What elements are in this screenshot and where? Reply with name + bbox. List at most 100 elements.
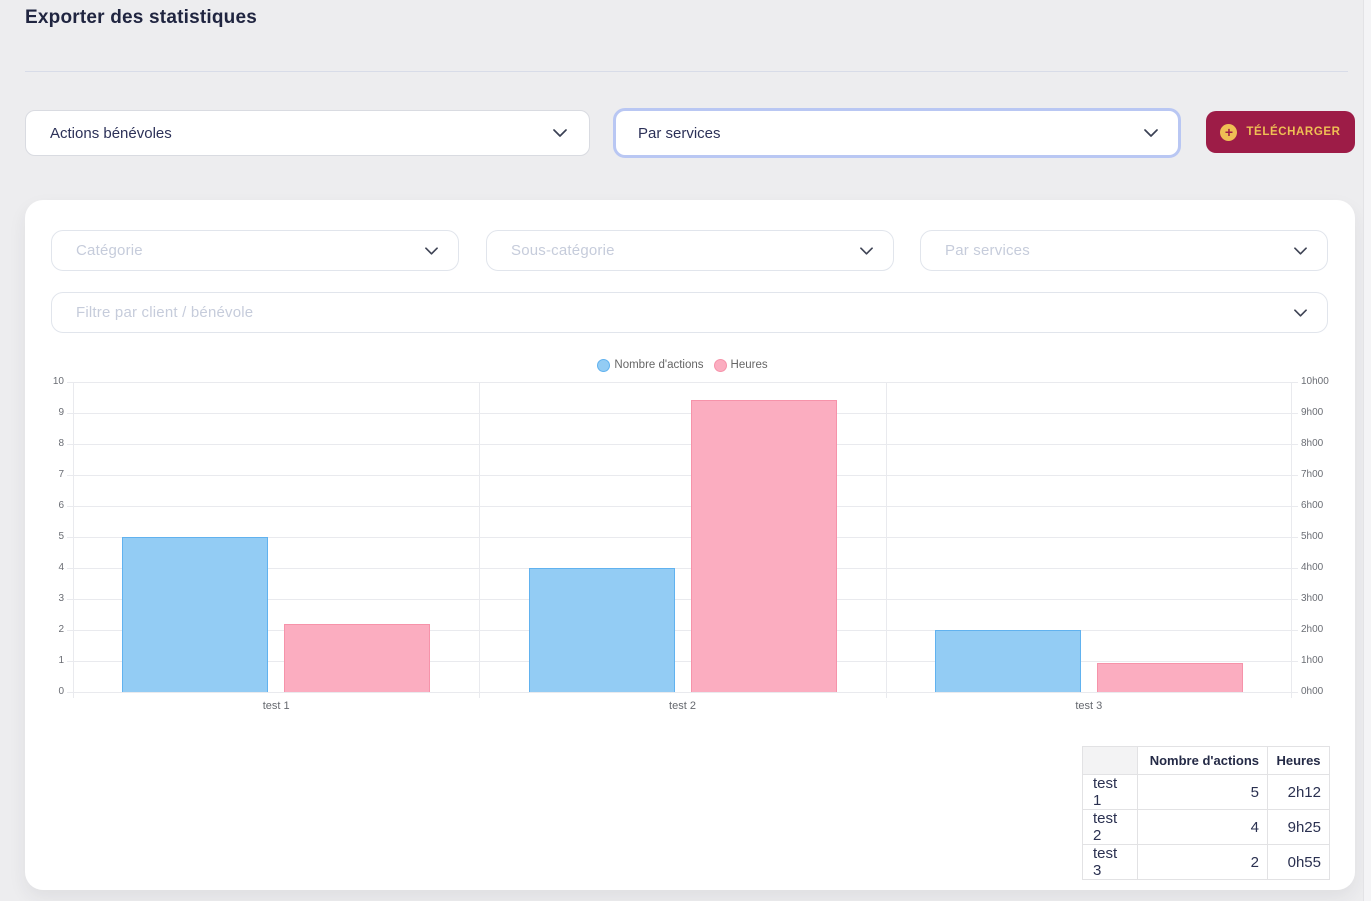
y-axis-tick-left: 2 — [58, 624, 64, 636]
legend-swatch-icon — [714, 359, 727, 372]
y-axis-tick-mark — [1292, 692, 1298, 693]
legend-label: Heures — [731, 359, 768, 371]
table-cell-label: test 2 — [1083, 810, 1138, 845]
gridline-horizontal — [73, 506, 1292, 507]
plus-circle-icon: + — [1220, 124, 1237, 141]
y-axis-tick-left: 5 — [58, 531, 64, 543]
table-row: test 249h25 — [1083, 810, 1330, 845]
table-header-empty — [1083, 747, 1138, 775]
x-axis-label: test 1 — [73, 700, 479, 712]
table-row: test 152h12 — [1083, 775, 1330, 810]
y-axis-tick-mark — [1292, 537, 1298, 538]
chevron-down-icon — [1294, 247, 1307, 255]
view-select[interactable]: Par services — [613, 108, 1181, 158]
chart-legend: Nombre d'actions Heures — [73, 355, 1292, 375]
y-axis-tick-mark — [1292, 568, 1298, 569]
table-cell-actions: 4 — [1138, 810, 1268, 845]
subcategory-select[interactable]: Sous-catégorie — [486, 230, 894, 271]
y-axis-tick-left: 8 — [58, 438, 64, 450]
download-button[interactable]: + TÉLÉCHARGER — [1206, 111, 1355, 153]
bar-nombre-dactions[interactable] — [935, 630, 1081, 692]
legend-item[interactable]: Nombre d'actions — [597, 359, 703, 372]
services-select[interactable]: Par services — [920, 230, 1328, 271]
table-cell-label: test 3 — [1083, 845, 1138, 880]
y-axis-tick-left: 10 — [53, 376, 64, 388]
category-select-placeholder: Catégorie — [76, 242, 143, 259]
y-axis-tick-right: 4h00 — [1301, 562, 1323, 574]
table-cell-label: test 1 — [1083, 775, 1138, 810]
summary-table: Nombre d'actions Heures test 152h12test … — [1082, 746, 1330, 880]
y-axis-tick-mark — [1292, 382, 1298, 383]
y-axis-tick-mark — [1292, 444, 1298, 445]
bar-heures[interactable] — [1097, 663, 1243, 692]
y-axis-tick-left: 6 — [58, 500, 64, 512]
dataset-select-value: Actions bénévoles — [50, 125, 172, 142]
y-axis-tick-left: 7 — [58, 469, 64, 481]
y-axis-tick-mark — [1292, 630, 1298, 631]
chevron-down-icon — [425, 247, 438, 255]
view-select-value: Par services — [638, 125, 721, 142]
y-axis-tick-left: 3 — [58, 593, 64, 605]
client-volunteer-filter-placeholder: Filtre par client / bénévole — [76, 304, 253, 321]
y-axis-tick-mark — [1292, 661, 1298, 662]
legend-label: Nombre d'actions — [614, 359, 703, 371]
gridline-vertical — [1291, 382, 1292, 698]
y-axis-tick-left: 1 — [58, 655, 64, 667]
y-axis-tick-right: 9h00 — [1301, 407, 1323, 419]
x-axis-label: test 2 — [479, 700, 885, 712]
gridline-vertical — [886, 382, 887, 698]
y-axis-tick-right: 3h00 — [1301, 593, 1323, 605]
y-axis-tick-right: 7h00 — [1301, 469, 1323, 481]
download-button-label: TÉLÉCHARGER — [1246, 126, 1340, 138]
chart: 00h0011h0022h0033h0044h0055h0066h0077h00… — [73, 382, 1292, 692]
legend-item[interactable]: Heures — [714, 359, 768, 372]
y-axis-tick-mark — [1292, 413, 1298, 414]
table-cell-actions: 5 — [1138, 775, 1268, 810]
legend-swatch-icon — [597, 359, 610, 372]
divider — [25, 71, 1348, 72]
y-axis-tick-right: 8h00 — [1301, 438, 1323, 450]
bar-nombre-dactions[interactable] — [529, 568, 675, 692]
table-cell-actions: 2 — [1138, 845, 1268, 880]
bar-heures[interactable] — [284, 624, 430, 692]
category-select[interactable]: Catégorie — [51, 230, 459, 271]
gridline-horizontal — [73, 413, 1292, 414]
y-axis-tick-right: 10h00 — [1301, 376, 1329, 388]
scrollbar[interactable] — [1363, 0, 1371, 901]
gridline-horizontal — [73, 444, 1292, 445]
subcategory-select-placeholder: Sous-catégorie — [511, 242, 615, 259]
y-axis-tick-mark — [1292, 475, 1298, 476]
client-volunteer-filter-select[interactable]: Filtre par client / bénévole — [51, 292, 1328, 333]
table-header-heures: Heures — [1268, 747, 1330, 775]
gridline-horizontal — [73, 382, 1292, 383]
gridline-vertical — [479, 382, 480, 698]
x-axis-label: test 3 — [886, 700, 1292, 712]
table-header-row: Nombre d'actions Heures — [1083, 747, 1330, 775]
y-axis-tick-right: 6h00 — [1301, 500, 1323, 512]
table-cell-heures: 9h25 — [1268, 810, 1330, 845]
y-axis-tick-left: 4 — [58, 562, 64, 574]
y-axis-tick-right: 5h00 — [1301, 531, 1323, 543]
dataset-select[interactable]: Actions bénévoles — [25, 110, 590, 156]
y-axis-tick-right: 2h00 — [1301, 624, 1323, 636]
table-cell-heures: 2h12 — [1268, 775, 1330, 810]
gridline-horizontal — [73, 475, 1292, 476]
gridline-vertical — [73, 382, 74, 698]
y-axis-tick-right: 0h00 — [1301, 686, 1323, 698]
table-cell-heures: 0h55 — [1268, 845, 1330, 880]
page-title: Exporter des statistiques — [25, 7, 257, 29]
chevron-down-icon — [553, 129, 567, 137]
stats-card: Catégorie Sous-catégorie Par services Fi… — [25, 200, 1355, 890]
chevron-down-icon — [860, 247, 873, 255]
y-axis-tick-mark — [1292, 506, 1298, 507]
bar-nombre-dactions[interactable] — [122, 537, 268, 692]
y-axis-tick-left: 0 — [58, 686, 64, 698]
bar-heures[interactable] — [691, 400, 837, 692]
y-axis-tick-right: 1h00 — [1301, 655, 1323, 667]
y-axis-tick-mark — [1292, 599, 1298, 600]
chevron-down-icon — [1144, 129, 1158, 137]
chevron-down-icon — [1294, 309, 1307, 317]
services-select-placeholder: Par services — [945, 242, 1030, 259]
table-row: test 320h55 — [1083, 845, 1330, 880]
y-axis-tick-left: 9 — [58, 407, 64, 419]
